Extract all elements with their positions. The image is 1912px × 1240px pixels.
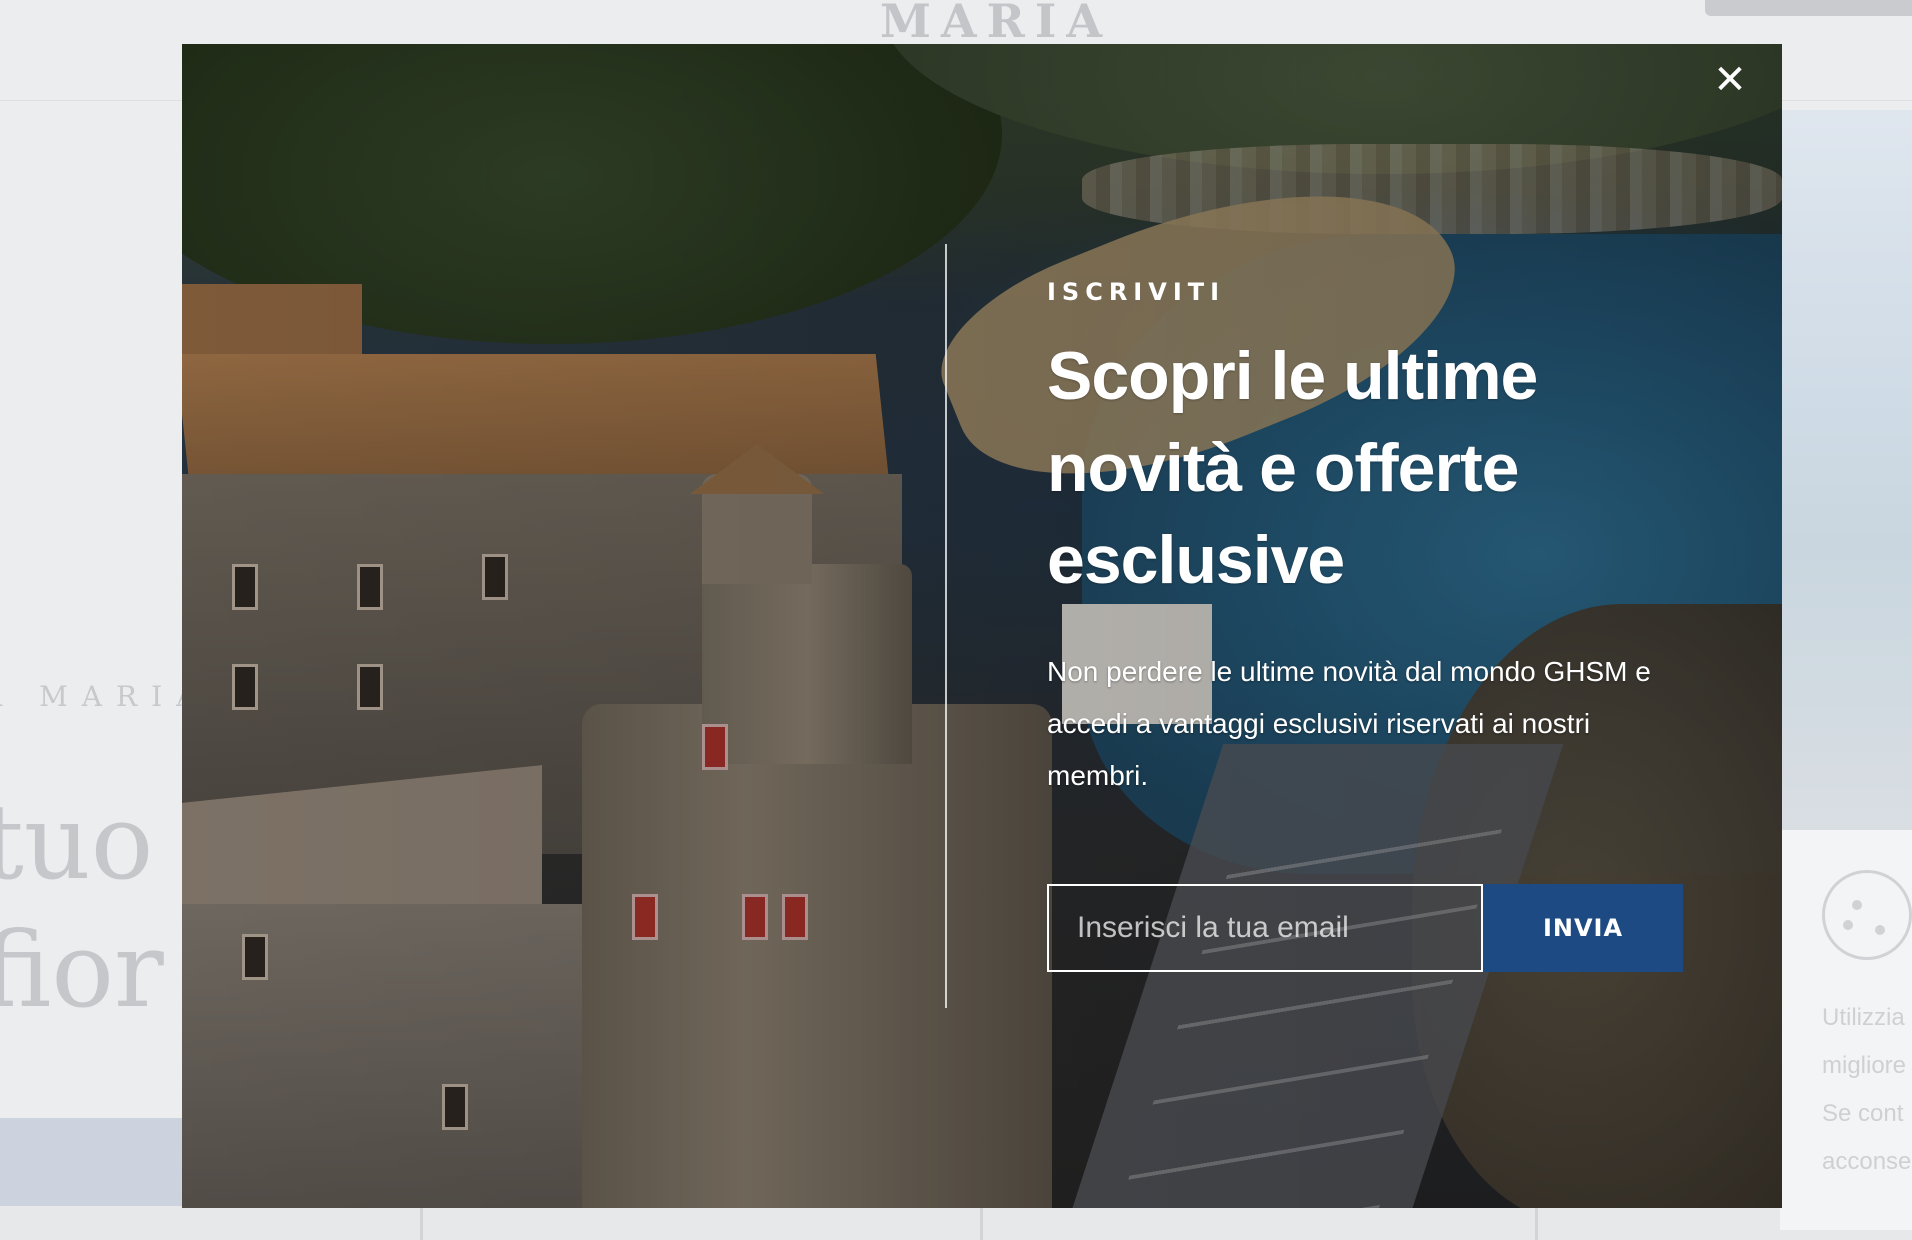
submit-button[interactable]: INVIA [1483, 884, 1683, 972]
background-cookie-text: Se cont [1822, 1100, 1904, 1127]
cookie-icon-dot [1843, 920, 1853, 930]
newsletter-modal: ✕ ISCRIVITI Scopri le ultime novità e of… [182, 44, 1782, 1208]
background-bottom-strip [0, 1206, 1912, 1240]
subscribe-form: INVIA [1047, 884, 1683, 972]
eyebrow-label: ISCRIVITI [1047, 278, 1226, 306]
background-hero-text: fior [0, 909, 164, 1031]
cookie-icon [1822, 870, 1912, 960]
modal-description: Non perdere le ultime novità dal mondo G… [1047, 656, 1651, 791]
background-cookie-text: Utilizzia [1822, 1004, 1905, 1031]
vertical-divider [945, 244, 947, 1008]
background-separator [1535, 1206, 1538, 1240]
close-button[interactable]: ✕ [1708, 58, 1752, 102]
email-field[interactable] [1047, 884, 1483, 972]
cookie-icon-dot [1875, 925, 1885, 935]
background-cookie-text: migliore [1822, 1052, 1907, 1079]
background-logo: MARIA [880, 0, 1113, 48]
background-side-logo: A MARIA [0, 680, 211, 713]
close-icon: ✕ [1713, 57, 1747, 103]
cookie-icon-dot [1852, 900, 1862, 910]
background-hero-text: tuo [0, 781, 154, 903]
background-band [0, 1118, 200, 1206]
background-separator [980, 1206, 983, 1240]
background-image [1780, 110, 1912, 830]
modal-headline: Scopri le ultime novità e offerte esclus… [1047, 338, 1538, 598]
background-header-button [1705, 0, 1912, 16]
background-separator [420, 1206, 423, 1240]
background-cookie-text: acconse [1822, 1148, 1912, 1175]
modal-content: ISCRIVITI Scopri le ultime novità e offe… [1047, 272, 1747, 802]
